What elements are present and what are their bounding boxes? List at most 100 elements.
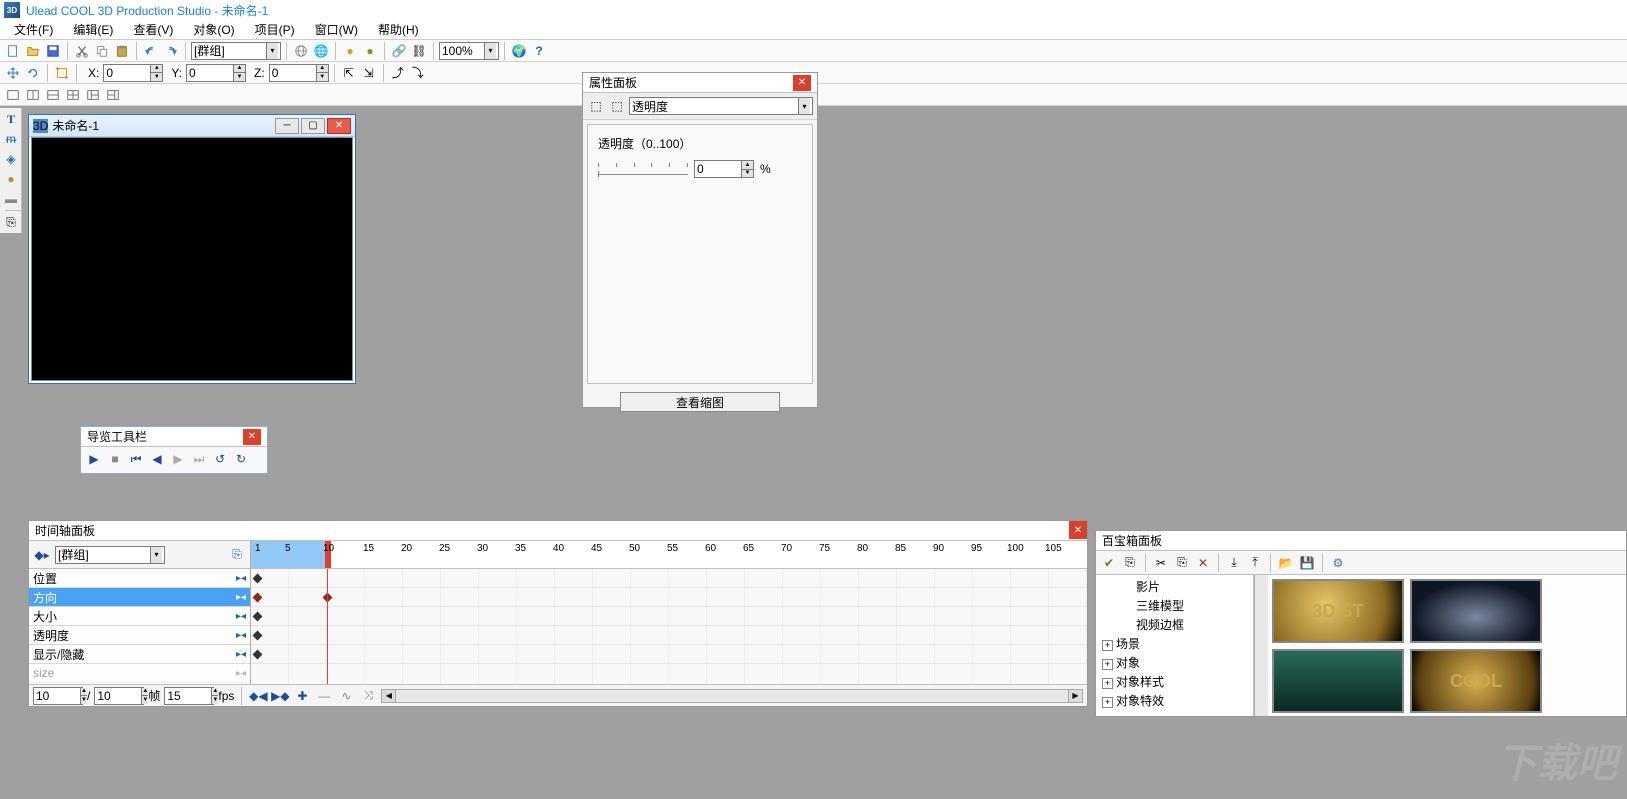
- medal-yellow-icon[interactable]: ●: [341, 42, 359, 60]
- tr-import-icon[interactable]: ⤓: [1225, 554, 1243, 572]
- opacity-input[interactable]: ▲▼: [694, 160, 754, 178]
- move-icon[interactable]: [4, 64, 22, 82]
- group-combo[interactable]: [群组]▾: [191, 42, 281, 60]
- layout-6-icon[interactable]: [104, 86, 122, 104]
- open-file-icon[interactable]: [24, 42, 42, 60]
- align-a-icon[interactable]: ⇱: [340, 64, 358, 82]
- document-titlebar[interactable]: 3D 未命名-1 ─ ▢ ✕: [29, 115, 355, 137]
- last-frame-icon[interactable]: ⏭: [190, 450, 208, 468]
- globe-down-icon[interactable]: 🌐: [312, 42, 330, 60]
- tr-settings-icon[interactable]: ⚙: [1329, 554, 1347, 572]
- tl-curve-b-icon[interactable]: ⤨: [359, 687, 377, 705]
- tree-item-objstyle[interactable]: 对象样式: [1096, 672, 1253, 691]
- attr-next-icon[interactable]: ⬚: [608, 97, 626, 115]
- fps-input[interactable]: ▲▼: [164, 687, 214, 705]
- opacity-slider[interactable]: [598, 163, 688, 175]
- tree-item-movie[interactable]: 影片: [1096, 577, 1253, 596]
- maximize-button[interactable]: ▢: [301, 118, 325, 134]
- prop-row-position[interactable]: 位置▸◂: [29, 569, 250, 588]
- paste-icon[interactable]: [113, 42, 131, 60]
- chain-icon[interactable]: ⛓: [410, 42, 428, 60]
- sphere-tool-icon[interactable]: ●: [2, 170, 20, 188]
- tr-export-icon[interactable]: ⤒: [1246, 554, 1264, 572]
- tl-add-key-icon[interactable]: ✚: [293, 687, 311, 705]
- close-button[interactable]: ✕: [327, 118, 351, 134]
- layout-3-icon[interactable]: [44, 86, 62, 104]
- timeline-ruler[interactable]: 1 5 10 15 20 25 30 35 40 45 50 55 60 65 …: [251, 541, 1087, 569]
- thumbnail-item[interactable]: COOL: [1410, 649, 1542, 713]
- web-icon[interactable]: 🌍: [510, 42, 528, 60]
- graph-a-icon[interactable]: ⤴: [389, 64, 407, 82]
- y-input[interactable]: ▲▼: [186, 64, 246, 82]
- treasure-tree[interactable]: 影片 三维模型 视频边框 场景 对象 对象样式 对象特效: [1096, 575, 1254, 716]
- zoom-combo[interactable]: 100%▾: [439, 42, 499, 60]
- tr-open-folder-icon[interactable]: 📂: [1277, 554, 1295, 572]
- scroll-right-icon[interactable]: ▶: [1068, 690, 1082, 702]
- tl-copy-icon[interactable]: ⎘: [228, 546, 246, 564]
- text-tool-icon[interactable]: T: [2, 110, 20, 128]
- thumbnail-item[interactable]: 3D ST: [1272, 579, 1404, 643]
- next-frame-icon[interactable]: ▶: [169, 450, 187, 468]
- prop-row-direction[interactable]: 方向▸◂: [29, 588, 250, 607]
- tree-item-object[interactable]: 对象: [1096, 653, 1253, 672]
- loop-back-icon[interactable]: ↺: [211, 450, 229, 468]
- timeline-close-icon[interactable]: ✕: [1069, 521, 1087, 539]
- path-tool-icon[interactable]: ᵯ: [2, 130, 20, 148]
- menu-project[interactable]: 项目(P): [245, 19, 305, 40]
- attribute-combo[interactable]: 透明度▾: [629, 97, 813, 115]
- layout-2-icon[interactable]: [24, 86, 42, 104]
- undo-icon[interactable]: [142, 42, 160, 60]
- play-icon[interactable]: ▶: [85, 450, 103, 468]
- attr-prev-icon[interactable]: ⬚: [587, 97, 605, 115]
- layout-1-icon[interactable]: [4, 86, 22, 104]
- loop-fwd-icon[interactable]: ↻: [232, 450, 250, 468]
- menu-view[interactable]: 查看(V): [123, 19, 183, 40]
- x-input[interactable]: ▲▼: [103, 64, 163, 82]
- tr-delete-icon[interactable]: ✕: [1194, 554, 1212, 572]
- prop-row-showhide[interactable]: 显示/隐藏▸◂: [29, 645, 250, 664]
- tr-save-icon[interactable]: 💾: [1298, 554, 1316, 572]
- minimize-button[interactable]: ─: [275, 118, 299, 134]
- menu-object[interactable]: 对象(O): [183, 19, 244, 40]
- thumbnail-item[interactable]: [1410, 579, 1542, 643]
- menu-window[interactable]: 窗口(W): [305, 19, 368, 40]
- prev-frame-icon[interactable]: ◀: [148, 450, 166, 468]
- cut-icon[interactable]: [73, 42, 91, 60]
- timeline-scrollbar[interactable]: ◀ ▶: [381, 689, 1083, 703]
- import-tool-icon[interactable]: ⎘: [2, 213, 20, 231]
- layout-4-icon[interactable]: [64, 86, 82, 104]
- redo-icon[interactable]: [162, 42, 180, 60]
- prop-row-size[interactable]: size▸◂: [29, 664, 250, 683]
- help-icon[interactable]: ?: [530, 42, 548, 60]
- globe-icon[interactable]: [292, 42, 310, 60]
- tl-key-prev-icon[interactable]: ◆◀: [249, 687, 267, 705]
- scroll-left-icon[interactable]: ◀: [382, 690, 396, 702]
- stop-icon[interactable]: ■: [106, 450, 124, 468]
- nav-toolbar-close-icon[interactable]: ✕: [243, 429, 261, 445]
- tree-item-objfx[interactable]: 对象特效: [1096, 691, 1253, 710]
- medal-green-icon[interactable]: ●: [361, 42, 379, 60]
- rotate-icon[interactable]: [24, 64, 42, 82]
- add-item-icon[interactable]: ⎘: [1121, 554, 1139, 572]
- menu-file[interactable]: 文件(F): [4, 19, 63, 40]
- frame-total-input[interactable]: ▲▼: [94, 687, 144, 705]
- shape-tool-icon[interactable]: ◈: [2, 150, 20, 168]
- prop-row-opacity[interactable]: 透明度▸◂: [29, 626, 250, 645]
- scale-icon[interactable]: [53, 64, 71, 82]
- tl-collapse-icon[interactable]: ◆▸: [33, 546, 51, 564]
- timeline-group-combo[interactable]: [群组]▾: [55, 546, 165, 564]
- layout-5-icon[interactable]: [84, 86, 102, 104]
- tree-item-videoborder[interactable]: 视频边框: [1096, 615, 1253, 634]
- tree-scrollbar[interactable]: [1254, 575, 1268, 716]
- attribute-panel-close-icon[interactable]: ✕: [793, 75, 811, 91]
- align-b-icon[interactable]: ⇲: [360, 64, 378, 82]
- frame-current-input[interactable]: ▲▼: [33, 687, 83, 705]
- copy-icon[interactable]: [93, 42, 111, 60]
- link-icon[interactable]: 🔗: [390, 42, 408, 60]
- graph-b-icon[interactable]: ⤵: [409, 64, 427, 82]
- tr-copy-icon[interactable]: ⎘: [1173, 554, 1191, 572]
- tl-del-key-icon[interactable]: —: [315, 687, 333, 705]
- new-file-icon[interactable]: [4, 42, 22, 60]
- rect-tool-icon[interactable]: ▬: [2, 190, 20, 208]
- apply-icon[interactable]: ✔: [1100, 554, 1118, 572]
